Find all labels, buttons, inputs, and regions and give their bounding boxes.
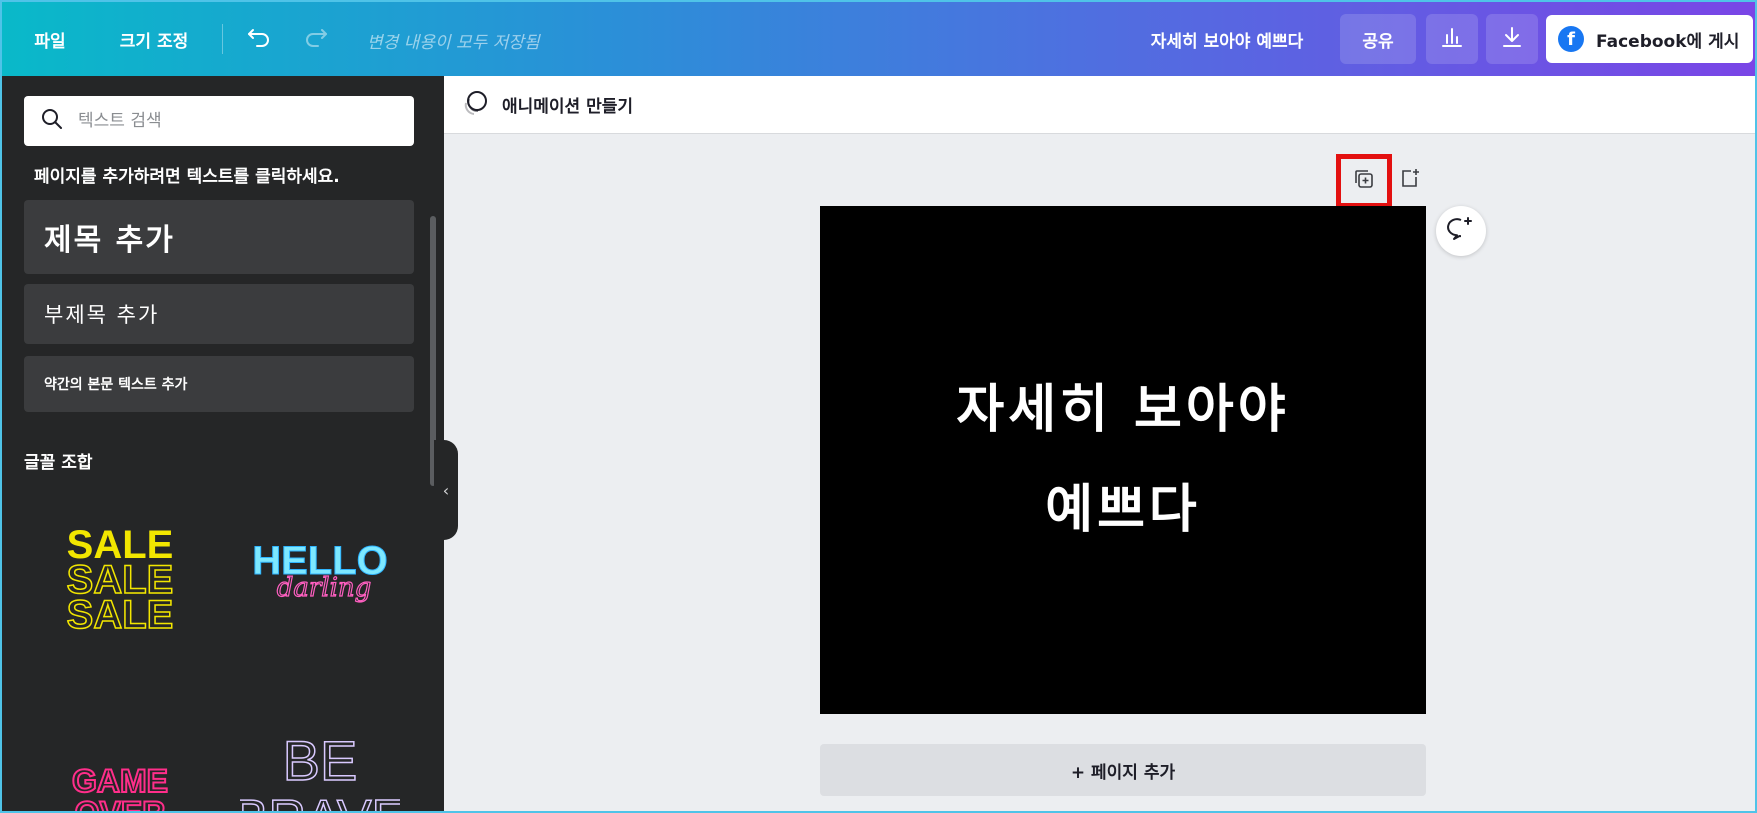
copy-page-button[interactable] — [1336, 154, 1392, 208]
sale-combo-graphic: SALE SALE SALE — [66, 523, 174, 638]
add-page-icon — [1399, 167, 1421, 193]
editor-toolbar: 애니메이션 만들기 — [444, 76, 1755, 134]
font-combo-game-over[interactable]: GAME OVER — [40, 752, 200, 813]
font-combo-hello-darling[interactable]: HELLO darling — [240, 528, 400, 628]
sale-text-3: SALE — [67, 593, 174, 637]
post-to-facebook-button[interactable]: f Facebook에 게시 — [1546, 15, 1753, 63]
add-page-icon-button[interactable] — [1396, 166, 1424, 194]
save-status: 변경 내용이 모두 저장됨 — [367, 33, 540, 53]
undo-button[interactable] — [237, 14, 281, 64]
insights-button[interactable] — [1426, 14, 1478, 64]
design-text-line-2[interactable]: 예쁘다 — [1045, 460, 1201, 560]
design-page[interactable]: 자세히 보아야 예쁘다 — [820, 206, 1426, 714]
add-body-text-button[interactable]: 약간의 본문 텍스트 추가 — [24, 356, 414, 412]
bar-chart-icon — [1440, 25, 1464, 54]
app-window: 파일 크기 조정 변경 내용이 모두 저장됨 자세히 보아야 예쁘다 공유 f … — [0, 0, 1757, 813]
top-toolbar: 파일 크기 조정 변경 내용이 모두 저장됨 자세히 보아야 예쁘다 공유 f … — [2, 2, 1755, 76]
game-over-combo-graphic: GAME OVER — [71, 762, 169, 813]
chevron-left-icon: ‹ — [442, 480, 450, 500]
be-brave-combo-graphic: BE BRAVE — [233, 728, 407, 813]
add-comment-button[interactable] — [1436, 206, 1486, 256]
darling-text: darling — [277, 573, 372, 603]
add-page-button[interactable]: + 페이지 추가 — [820, 744, 1426, 796]
text-panel: 페이지를 추가하려면 텍스트를 클릭하세요. 제목 추가 부제목 추가 약간의 … — [2, 76, 444, 813]
font-combo-sale[interactable]: SALE SALE SALE — [40, 518, 200, 638]
resize-button[interactable]: 크기 조정 — [104, 14, 204, 64]
search-icon — [40, 107, 64, 135]
download-icon — [1500, 25, 1524, 54]
text-search-input[interactable] — [78, 111, 398, 131]
add-heading-button[interactable]: 제목 추가 — [24, 200, 414, 274]
undo-icon — [247, 26, 271, 53]
file-menu-button[interactable]: 파일 — [20, 14, 80, 64]
font-combo-be-brave[interactable]: BE BRAVE — [233, 724, 407, 813]
add-text-hint: 페이지를 추가하려면 텍스트를 클릭하세요. — [34, 167, 340, 187]
share-button[interactable]: 공유 — [1340, 14, 1416, 64]
hello-combo-graphic: HELLO darling — [252, 539, 389, 604]
design-text-line-1[interactable]: 자세히 보아야 — [956, 360, 1289, 460]
be-text: BE — [283, 729, 358, 792]
copy-page-icon — [1353, 168, 1375, 194]
font-combinations-title: 글꼴 조합 — [24, 453, 93, 473]
redo-icon — [304, 26, 328, 53]
facebook-post-label: Facebook에 게시 — [1596, 31, 1740, 52]
toolbar-divider — [222, 24, 223, 54]
text-search-box[interactable] — [24, 96, 414, 146]
add-subheading-button[interactable]: 부제목 추가 — [24, 284, 414, 344]
brave-text: BRAVE — [240, 790, 400, 813]
animate-icon[interactable] — [462, 89, 490, 121]
add-comment-icon — [1447, 215, 1475, 247]
download-button[interactable] — [1486, 14, 1538, 64]
redo-button[interactable] — [294, 14, 338, 64]
design-title[interactable]: 자세히 보아야 예쁘다 — [1132, 14, 1322, 64]
facebook-icon: f — [1558, 26, 1584, 52]
over-text: OVER — [75, 795, 166, 813]
animate-button[interactable]: 애니메이션 만들기 — [502, 92, 633, 117]
collapse-panel-button[interactable]: ‹ — [434, 440, 458, 540]
game-text: GAME — [72, 763, 168, 799]
